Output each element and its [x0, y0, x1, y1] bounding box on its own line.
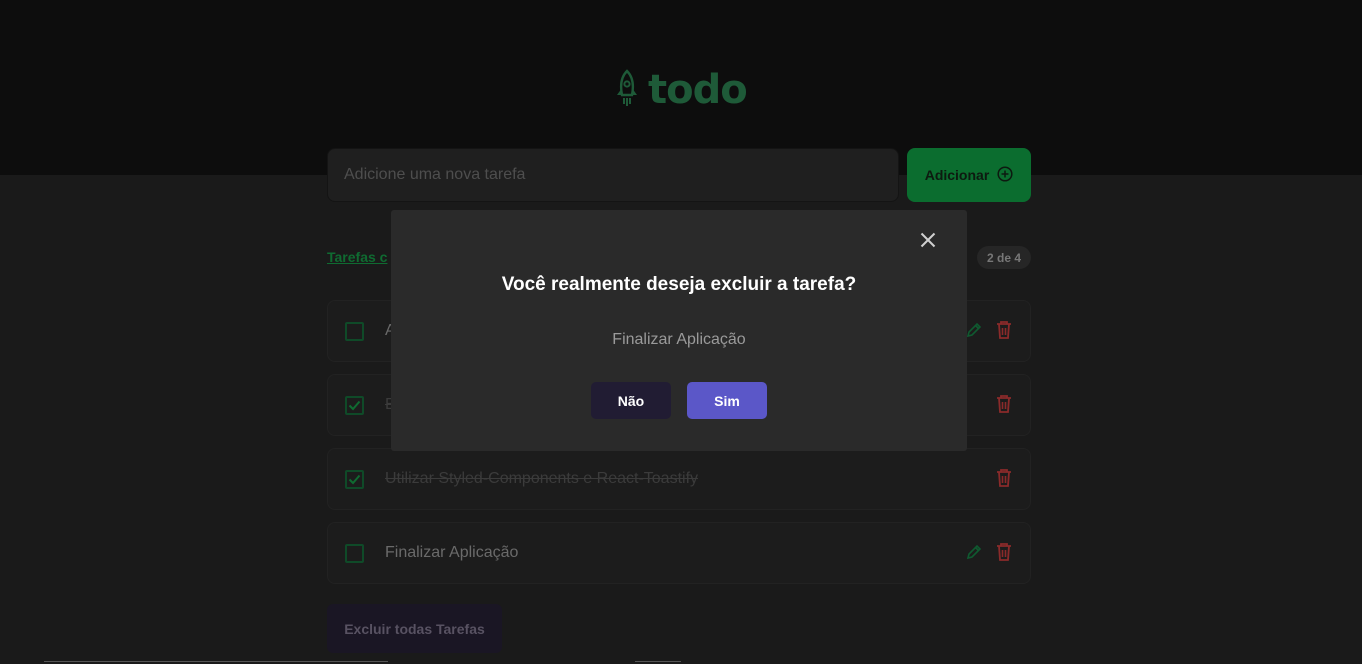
- trash-icon[interactable]: [995, 394, 1013, 419]
- logo-text: todo: [648, 67, 748, 113]
- task-item: Finalizar Aplicação: [327, 522, 1031, 584]
- delete-confirm-modal: Você realmente deseja excluir a tarefa? …: [391, 210, 967, 451]
- task-checkbox[interactable]: [345, 322, 364, 341]
- trash-icon[interactable]: [995, 542, 1013, 567]
- task-checkbox-checked[interactable]: [345, 470, 364, 489]
- task-count-badge: 2 de 4: [977, 246, 1031, 269]
- task-item: Utilizar Styled-Components e React-Toast…: [327, 448, 1031, 510]
- modal-title: Você realmente deseja excluir a tarefa?: [501, 274, 857, 295]
- yes-button[interactable]: Sim: [687, 382, 767, 419]
- pencil-icon[interactable]: [965, 543, 983, 566]
- plus-circle-icon: [997, 165, 1013, 185]
- divider: [635, 661, 681, 662]
- task-checkbox-checked[interactable]: [345, 396, 364, 415]
- no-button[interactable]: Não: [591, 382, 671, 419]
- modal-task-name: Finalizar Aplicação: [612, 331, 746, 348]
- task-text: Finalizar Aplicação: [385, 544, 519, 561]
- rocket-icon: [614, 68, 640, 112]
- add-button-label: Adicionar: [924, 167, 990, 183]
- task-text: Utilizar Styled-Components e React-Toast…: [385, 470, 699, 487]
- tab-completed-tasks[interactable]: Tarefas c: [327, 249, 387, 265]
- clear-all-tasks-button[interactable]: Excluir todas Tarefas: [327, 604, 502, 653]
- trash-icon[interactable]: [995, 320, 1013, 345]
- close-icon[interactable]: [916, 228, 940, 252]
- divider: [44, 661, 388, 662]
- new-task-input[interactable]: [327, 148, 899, 202]
- pencil-icon[interactable]: [965, 321, 983, 344]
- add-task-button[interactable]: Adicionar: [907, 148, 1031, 202]
- app-logo: todo: [614, 67, 748, 113]
- task-checkbox[interactable]: [345, 544, 364, 563]
- trash-icon[interactable]: [995, 468, 1013, 493]
